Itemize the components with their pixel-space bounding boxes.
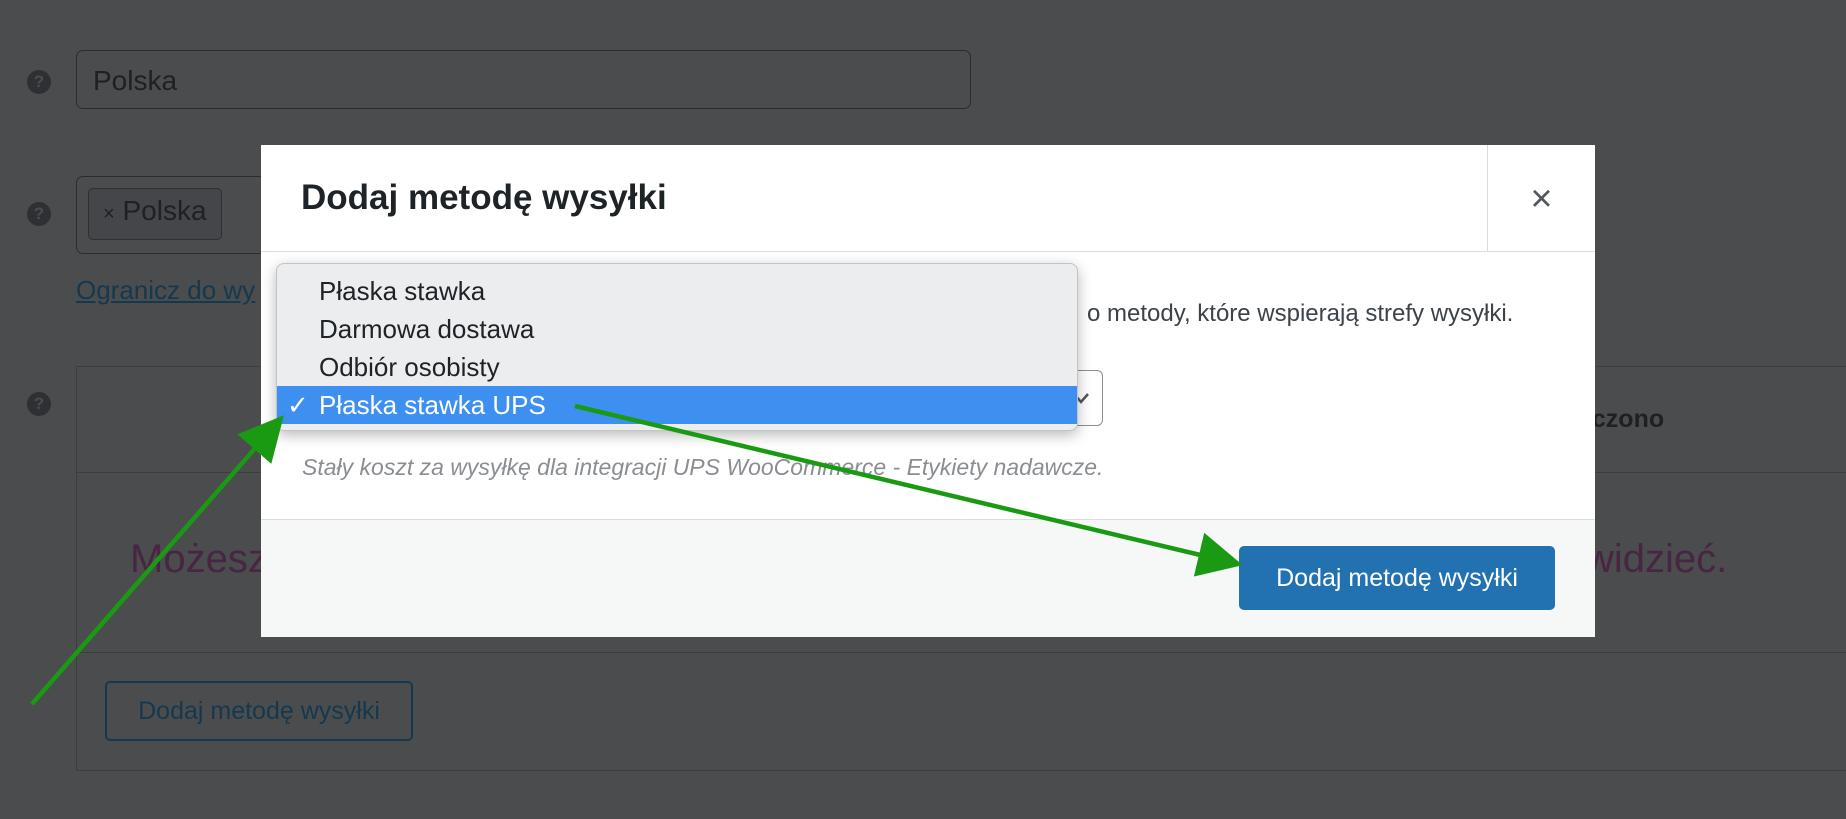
- remove-icon[interactable]: ×: [103, 203, 115, 225]
- modal-header: Dodaj metodę wysyłki ×: [261, 145, 1595, 252]
- option-label: Płaska stawka: [319, 276, 486, 306]
- region-chip: × Polska: [88, 188, 222, 240]
- help-icon: ?: [27, 202, 51, 226]
- shipping-method-options: Płaska stawka Darmowa dostawa Odbiór oso…: [276, 263, 1078, 431]
- zone-regions-input[interactable]: × Polska: [76, 176, 266, 254]
- close-button[interactable]: ×: [1487, 145, 1595, 252]
- zone-name-value: Polska: [93, 65, 178, 96]
- method-description: Stały koszt za wysyłkę dla integracji UP…: [302, 454, 1104, 480]
- help-icon: ?: [27, 70, 51, 94]
- option-label: Płaska stawka UPS: [319, 390, 546, 420]
- modal-intro-text: o metody, które wspierają strefy wysyłki…: [1087, 300, 1514, 327]
- zone-name-input[interactable]: Polska: [76, 50, 971, 109]
- option-flat-rate[interactable]: Płaska stawka: [277, 272, 1077, 310]
- checkmark-icon: ✓: [287, 390, 309, 420]
- region-chip-label: Polska: [122, 195, 207, 226]
- option-free-shipping[interactable]: Darmowa dostawa: [277, 310, 1077, 348]
- option-label: Odbiór osobisty: [319, 352, 500, 382]
- help-icon: ?: [27, 392, 51, 416]
- limit-postcodes-link[interactable]: Ogranicz do wy: [76, 275, 255, 306]
- modal-title: Dodaj metodę wysyłki: [301, 178, 667, 217]
- empty-message-right: widzieć.: [1585, 537, 1728, 581]
- add-shipping-method-button[interactable]: Dodaj metodę wysyłki: [105, 681, 413, 741]
- empty-message-left: Możesz: [130, 537, 268, 581]
- option-local-pickup[interactable]: Odbiór osobisty: [277, 348, 1077, 386]
- modal-footer: Dodaj metodę wysyłki: [261, 519, 1595, 637]
- option-label: Darmowa dostawa: [319, 314, 535, 344]
- close-icon: ×: [1530, 177, 1553, 220]
- option-ups-flat-rate[interactable]: ✓ Płaska stawka UPS: [277, 386, 1077, 424]
- submit-add-method-button[interactable]: Dodaj metodę wysyłki: [1239, 546, 1555, 610]
